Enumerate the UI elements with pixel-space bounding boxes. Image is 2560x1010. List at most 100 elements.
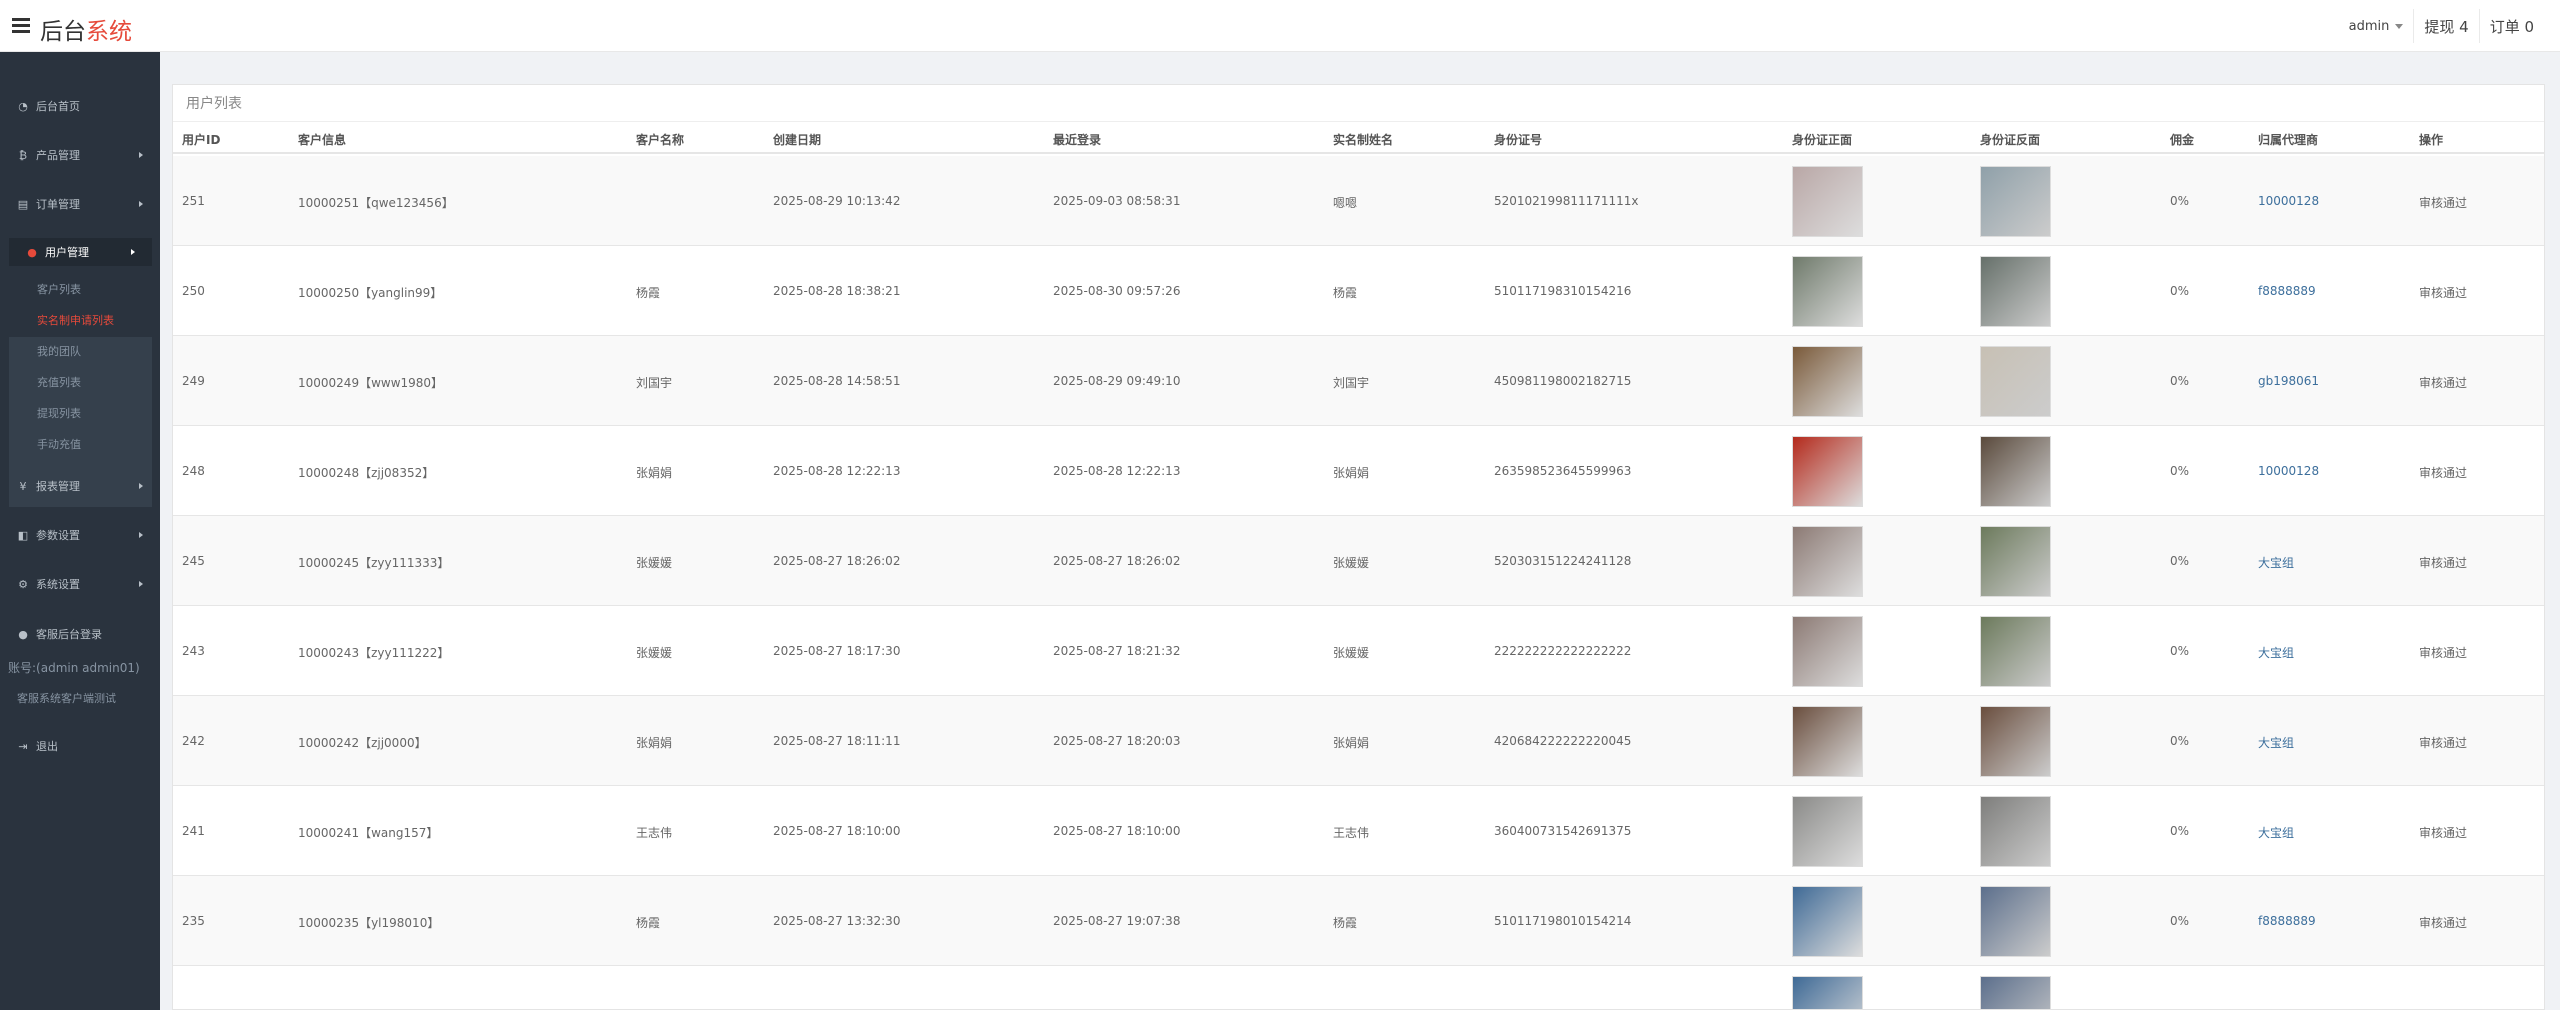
cell-action[interactable]: 审核通过: [2419, 284, 2467, 301]
sidebar-item-logout[interactable]: ⇥ 退出: [0, 732, 160, 760]
cell-info: 10000241【wang157】: [298, 826, 439, 840]
cell-info: 10000251【qwe123456】: [298, 196, 454, 210]
cell-action[interactable]: 审核通过: [2419, 464, 2467, 481]
sidebar-item-users[interactable]: ● 用户管理: [9, 238, 152, 266]
cell-agent[interactable]: f8888889: [2258, 914, 2316, 928]
column-header: 客户名称: [636, 133, 685, 147]
id-back-thumbnail[interactable]: [1980, 796, 2051, 867]
column-header: 归属代理商: [2258, 133, 2319, 147]
cell-real: 张媛媛: [1333, 556, 1370, 570]
id-front-thumbnail[interactable]: [1792, 256, 1863, 327]
cell-last: 2025-08-27 18:26:02: [1053, 554, 1181, 568]
settings-icon: ⚙: [18, 577, 28, 591]
sidebar-item-label: 产品管理: [36, 149, 80, 162]
cell-action[interactable]: 审核通过: [2419, 554, 2467, 571]
cell-agent[interactable]: f8888889: [2258, 284, 2316, 298]
top-right-menu: admin 提现 4 订单 0: [2339, 0, 2544, 52]
cell-action[interactable]: 审核通过: [2419, 824, 2467, 841]
panel-title: 用户列表: [186, 96, 242, 112]
column-header: 最近登录: [1053, 133, 1102, 147]
sidebar-item-params[interactable]: ◧ 参数设置: [0, 521, 160, 549]
cell-name: 张媛媛: [636, 646, 673, 660]
sidebar-item-label: 系统设置: [36, 578, 80, 591]
cell-id: 235: [182, 914, 205, 928]
sidebar-item-home[interactable]: ◔ 后台首页: [0, 92, 160, 120]
cell-agent[interactable]: 大宝组: [2258, 644, 2294, 661]
table-row: 251 10000251【qwe123456】 2025-08-29 10:13:4…: [173, 156, 2544, 246]
cell-id: 249: [182, 374, 205, 388]
submenu-manual-recharge[interactable]: 手动充值: [37, 436, 81, 452]
id-front-thumbnail[interactable]: [1792, 526, 1863, 597]
table-row: 249 10000249【www1980】 刘国宇 2025-08-28 14:58:…: [173, 336, 2544, 426]
brand-title: 后台系统: [40, 12, 132, 46]
admin-dropdown[interactable]: admin: [2339, 9, 2414, 43]
sidebar: ◔ 后台首页 ₿ 产品管理 ▤ 订单管理 ● 用户管理 客户列表 实名制申请列表 我的团…: [0, 52, 160, 1010]
sidebar-item-label: 参数设置: [36, 529, 80, 542]
cell-agent[interactable]: 10000128: [2258, 194, 2319, 208]
cell-last: 2025-08-28 12:22:13: [1053, 464, 1181, 478]
id-front-thumbnail[interactable]: [1792, 796, 1863, 867]
id-back-thumbnail[interactable]: [1980, 616, 2051, 687]
cell-agent[interactable]: 大宝组: [2258, 554, 2294, 571]
params-icon: ◧: [17, 528, 29, 542]
id-back-thumbnail[interactable]: [1980, 436, 2051, 507]
top-bar: 后台系统 admin 提现 4 订单 0: [0, 0, 2560, 52]
support-test-link[interactable]: 客服系统客户端测试: [17, 690, 116, 706]
id-front-thumbnail[interactable]: [1792, 436, 1863, 507]
sidebar-item-support-login[interactable]: ● 客服后台登录: [0, 620, 160, 648]
cell-action[interactable]: 审核通过: [2419, 374, 2467, 391]
cell-comm: 0%: [2170, 464, 2190, 478]
sidebar-item-system-settings[interactable]: ⚙ 系统设置: [0, 570, 160, 598]
cell-idno: 510117198310154216: [1494, 284, 1632, 298]
menu-toggle-icon[interactable]: [12, 18, 30, 33]
cell-created: 2025-08-27 18:11:11: [773, 734, 901, 748]
id-back-thumbnail[interactable]: [1980, 706, 2051, 777]
cell-name: 刘国宇: [636, 376, 673, 390]
submenu-customer-list[interactable]: 客户列表: [37, 281, 81, 297]
sidebar-item-products[interactable]: ₿ 产品管理: [0, 141, 160, 169]
id-back-thumbnail[interactable]: [1980, 166, 2051, 237]
id-front-thumbnail[interactable]: [1792, 706, 1863, 777]
table-row: 242 10000242【zjj0000】 张娟娟 2025-08-27 18:11:…: [173, 696, 2544, 786]
id-back-thumbnail[interactable]: [1980, 526, 2051, 597]
cell-action[interactable]: 审核通过: [2419, 734, 2467, 751]
cell-real: 张媛媛: [1333, 646, 1370, 660]
id-back-thumbnail[interactable]: [1980, 256, 2051, 327]
id-back-thumbnail[interactable]: [1980, 346, 2051, 417]
cell-idno: 263598523645599963: [1494, 464, 1632, 478]
column-header: 创建日期: [773, 133, 822, 147]
account-info: 账号:(admin admin01): [8, 661, 140, 675]
cell-real: 张娟娟: [1333, 736, 1370, 750]
id-front-thumbnail[interactable]: [1792, 346, 1863, 417]
chevron-right-icon: [139, 483, 143, 489]
cell-comm: 0%: [2170, 644, 2190, 658]
id-front-thumbnail[interactable]: [1792, 616, 1863, 687]
id-front-thumbnail[interactable]: [1792, 976, 1863, 1009]
orders-link[interactable]: 订单 0: [2478, 9, 2544, 43]
cell-agent[interactable]: gb198061: [2258, 374, 2319, 388]
id-front-thumbnail[interactable]: [1792, 166, 1863, 237]
submenu-realname-list[interactable]: 实名制申请列表: [37, 312, 114, 328]
cell-created: 2025-08-27 13:32:30: [773, 914, 901, 928]
cell-agent[interactable]: 大宝组: [2258, 824, 2294, 841]
cell-real: 杨霞: [1333, 286, 1358, 300]
id-back-thumbnail[interactable]: [1980, 886, 2051, 957]
cell-action[interactable]: 审核通过: [2419, 194, 2467, 211]
sidebar-item-orders[interactable]: ▤ 订单管理: [0, 190, 160, 218]
submenu-withdraw-list[interactable]: 提现列表: [37, 405, 81, 421]
id-back-thumbnail[interactable]: [1980, 976, 2051, 1009]
cell-info: 10000245【zyy111333】: [298, 556, 450, 570]
cell-action[interactable]: 审核通过: [2419, 644, 2467, 661]
submenu-my-team[interactable]: 我的团队: [37, 343, 81, 359]
withdraw-link[interactable]: 提现 4: [2413, 9, 2478, 43]
dashboard-icon: ◔: [18, 99, 28, 113]
submenu-recharge-list[interactable]: 充值列表: [37, 374, 81, 390]
cell-agent[interactable]: 大宝组: [2258, 734, 2294, 751]
cell-agent[interactable]: 10000128: [2258, 464, 2319, 478]
sidebar-item-label: 客服后台登录: [36, 628, 102, 641]
cell-action[interactable]: 审核通过: [2419, 914, 2467, 931]
id-front-thumbnail[interactable]: [1792, 886, 1863, 957]
sidebar-item-reports[interactable]: ¥ 报表管理: [0, 472, 160, 500]
cell-real: 王志伟: [1333, 826, 1370, 840]
cell-comm: 0%: [2170, 824, 2190, 838]
